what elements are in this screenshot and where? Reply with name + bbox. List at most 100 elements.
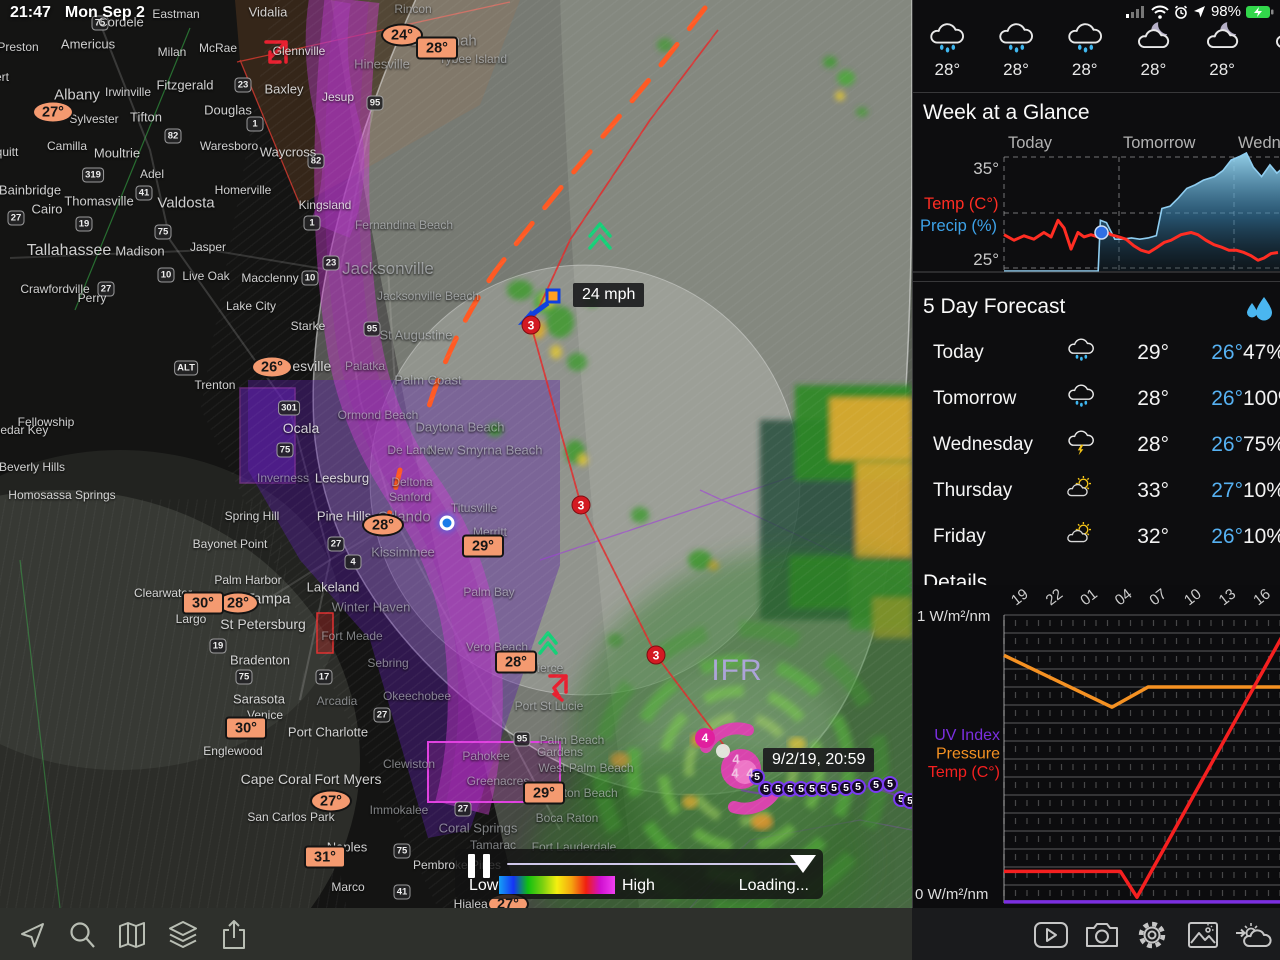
radar-map[interactable]: 21:47Mon Sep 2 PrestonAmericusCordeleEas…: [0, 0, 912, 908]
temperature-badge[interactable]: 29°: [462, 535, 504, 558]
map-city-label: Camilla: [47, 139, 87, 153]
hourly-item[interactable]: 28°: [982, 20, 1051, 80]
day-label: Today: [933, 342, 1065, 364]
temperature-badge[interactable]: 29°: [523, 782, 565, 805]
map-city-label: Glennville: [273, 44, 326, 58]
temperature-badge[interactable]: 28°: [362, 514, 404, 537]
time-tooltip: 9/2/19, 20:59: [763, 748, 874, 772]
map-city-label: Cuthbert: [0, 70, 9, 84]
legend-high-label: High: [622, 877, 655, 895]
svg-text:0 W/m²/nm: 0 W/m²/nm: [915, 886, 988, 903]
history-track-cat5-marker[interactable]: 5: [882, 776, 898, 792]
hourly-temp: 28°: [1072, 60, 1098, 80]
map-icon[interactable]: [112, 915, 152, 955]
route-shield: 1: [247, 117, 264, 132]
forecast-track-cat3-marker[interactable]: 3: [647, 646, 666, 665]
temperature-badge[interactable]: 28°: [495, 651, 537, 674]
map-city-label: Irwinville: [105, 85, 151, 99]
svg-text:35°: 35°: [973, 159, 999, 178]
map-city-label: Jacksonville Beach: [377, 289, 479, 303]
route-shield: 10: [158, 268, 175, 283]
rain-cloud-icon: [1065, 382, 1097, 411]
image-icon[interactable]: [1183, 915, 1223, 955]
forecast-track-cat3-marker[interactable]: 3: [572, 496, 591, 515]
map-city-label: Milan: [158, 45, 187, 59]
temperature-badge[interactable]: 27°: [32, 101, 74, 124]
high-temp: 29°: [1109, 341, 1169, 365]
temperature-badge[interactable]: 26°: [251, 356, 293, 379]
forecast-track-cat4-marker[interactable]: 4: [695, 728, 715, 748]
map-city-label: Homosassa Springs: [8, 488, 115, 502]
map-city-label: Vidalia: [249, 5, 288, 20]
sun-cloud-icon: [1065, 474, 1097, 503]
map-city-label: Starke: [291, 319, 326, 333]
map-city-label: West Palm Beach: [538, 761, 633, 775]
hourly-item[interactable]: 28°: [1188, 20, 1257, 80]
location-arrow-icon[interactable]: [12, 915, 52, 955]
route-shield: 82: [165, 129, 182, 144]
bottom-toolbar: [0, 908, 1280, 960]
history-track-cat5-marker[interactable]: 5: [902, 793, 912, 809]
route-shield: 75: [155, 225, 172, 240]
location-services-icon: [1193, 5, 1206, 18]
triangle-thumb[interactable]: [790, 855, 816, 873]
forecast-day-row[interactable]: Wednesday 28° 26° 75%: [913, 422, 1280, 468]
map-city-label: Waycross: [260, 145, 317, 160]
rain-cloud-icon: [1064, 20, 1106, 58]
details-chart[interactable]: 19220104071013161 W/m²/nm0 W/m²/nmUV Ind…: [913, 572, 1280, 908]
hourly-item[interactable]: 28°: [1119, 20, 1188, 80]
temperature-badge[interactable]: 28°: [416, 37, 458, 60]
gear-icon[interactable]: [1132, 915, 1172, 955]
legend-low-label: Low: [469, 877, 498, 895]
map-city-label: Ormond Beach: [338, 408, 419, 422]
map-city-label: Spring Hill: [225, 509, 280, 523]
map-city-label: Fitzgerald: [156, 78, 213, 93]
temperature-badge[interactable]: 31°: [304, 846, 346, 869]
temperature-badge[interactable]: 30°: [225, 717, 267, 740]
timeline-track[interactable]: [507, 863, 803, 865]
forecast-day-row[interactable]: Today 29° 26° 47%: [913, 330, 1280, 376]
map-city-label: Clewiston: [383, 757, 435, 771]
layers-icon[interactable]: [163, 915, 203, 955]
video-icon[interactable]: [1031, 915, 1071, 955]
weather-toggle-icon[interactable]: [1234, 915, 1274, 955]
low-temp: 26°: [1169, 387, 1243, 411]
five-day-forecast-list: Today 29° 26° 47%Tomorrow 28° 26° 100%We…: [913, 330, 1280, 560]
route-shield: 75: [277, 443, 294, 458]
route-shield: 23: [323, 256, 340, 271]
hurricane-eye-category-label: 4: [746, 766, 753, 781]
route-shield: 23: [235, 78, 252, 93]
speed-tooltip: 24 mph: [573, 283, 644, 307]
search-icon[interactable]: [62, 915, 102, 955]
week-glance-chart[interactable]: TodayTomorrowWednesday35°25°Temp (C°)Pre…: [913, 130, 1280, 282]
forecast-track-cat3-marker[interactable]: 3: [522, 316, 541, 335]
map-city-label: Tifton: [130, 110, 162, 125]
hourly-forecast-strip[interactable]: 28° 28° 28° 28° 28°: [913, 20, 1280, 80]
precip-chance: 10%: [1243, 525, 1280, 549]
temperature-badge[interactable]: 30°: [182, 592, 224, 615]
map-city-label: Sanford: [389, 490, 431, 504]
pause-icon[interactable]: [468, 854, 490, 878]
storm-cell-marker[interactable]: [546, 289, 561, 304]
route-shield: 27: [374, 708, 391, 723]
hurricane-eye-category-label: 4: [732, 752, 739, 767]
status-clock: 21:47Mon Sep 2: [10, 4, 159, 22]
share-icon[interactable]: [214, 915, 254, 955]
storm-cloud-icon: [1065, 428, 1097, 457]
map-city-label: Rincon: [394, 2, 431, 16]
forecast-day-row[interactable]: Friday 32° 26° 10%: [913, 514, 1280, 560]
hourly-temp: 28°: [934, 60, 960, 80]
history-track-cat5-marker[interactable]: 5: [850, 779, 866, 795]
forecast-day-row[interactable]: Tomorrow 28° 26° 100%: [913, 376, 1280, 422]
forecast-day-row[interactable]: Thursday 33° 27° 10%: [913, 468, 1280, 514]
hourly-item[interactable]: 28°: [1050, 20, 1119, 80]
map-city-label: Sebring: [367, 656, 408, 670]
temperature-badge[interactable]: 27°: [310, 790, 352, 813]
map-city-label: Moultrie: [94, 146, 140, 161]
hourly-item[interactable]: [1256, 20, 1280, 80]
hourly-item[interactable]: 28°: [913, 20, 982, 80]
wifi-icon: [1151, 5, 1169, 19]
radar-timeline[interactable]: Low High Loading...: [455, 849, 823, 899]
camera-icon[interactable]: [1082, 915, 1122, 955]
loading-label: Loading...: [739, 877, 809, 895]
